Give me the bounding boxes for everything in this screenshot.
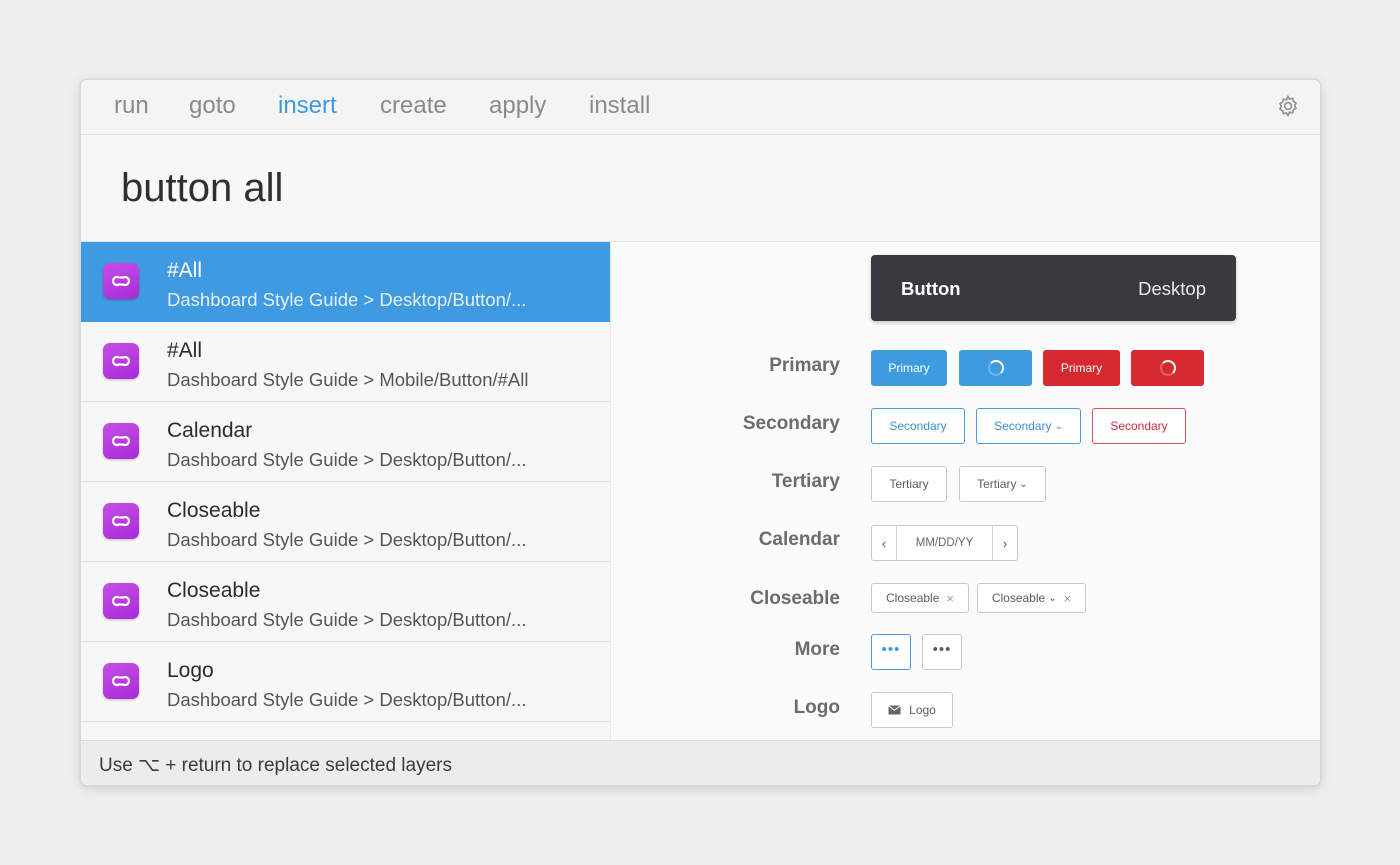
tab-install[interactable]: install	[589, 92, 650, 120]
sketch-runner-icon	[103, 343, 139, 379]
closeable-dropdown-label: Closeable	[991, 591, 1046, 605]
label-closeable: Closeable	[750, 588, 840, 609]
preview-platform: Desktop	[1138, 278, 1206, 299]
close-icon[interactable]: ×	[946, 591, 954, 606]
danger-button[interactable]: Primary	[1043, 350, 1120, 386]
sketch-runner-icon	[103, 503, 139, 539]
label-tertiary: Tertiary	[771, 471, 840, 492]
preview-title: Button	[901, 278, 961, 299]
list-item[interactable]: #All Dashboard Style Guide > Mobile/Butt…	[81, 322, 610, 402]
sketch-runner-icon	[103, 583, 139, 619]
label-secondary: Secondary	[742, 413, 840, 434]
result-title: #All	[167, 259, 203, 282]
search-input[interactable]	[121, 164, 1021, 212]
more-button[interactable]: •••	[922, 634, 962, 670]
mode-tabs: run goto insert create apply install	[81, 80, 1320, 135]
status-bar: Use ⌥ + return to replace selected layer…	[81, 740, 1320, 785]
label-more: More	[794, 639, 840, 660]
sketch-runner-icon	[103, 423, 139, 459]
tab-run[interactable]: run	[114, 92, 149, 120]
result-title: Closeable	[167, 499, 261, 522]
result-title: #All	[167, 339, 203, 362]
tertiary-dropdown-label: Tertiary	[977, 477, 1017, 491]
shortcut-hint: Use ⌥ + return to replace selected layer…	[99, 755, 452, 776]
secondary-dropdown-label: Secondary	[994, 419, 1052, 433]
secondary-button[interactable]: Secondary	[871, 408, 965, 444]
primary-button[interactable]: Primary	[871, 350, 947, 386]
list-item[interactable]: Closeable Dashboard Style Guide > Deskto…	[81, 482, 610, 562]
chevron-down-icon: ⌄	[1019, 478, 1028, 490]
more-button-active[interactable]: •••	[871, 634, 911, 670]
more-icon: •••	[932, 640, 952, 658]
results-list: #All Dashboard Style Guide > Desktop/But…	[81, 242, 610, 740]
label-calendar: Calendar	[758, 529, 840, 550]
close-icon[interactable]: ×	[1064, 591, 1072, 606]
calendar-picker: ‹ MM/DD/YY ›	[871, 525, 1018, 561]
preview-header: Button Desktop	[871, 255, 1236, 321]
date-field[interactable]: MM/DD/YY	[896, 526, 993, 560]
preview-panel: Button Desktop Primary Primary Primary S…	[610, 242, 1320, 740]
list-item[interactable]: Calendar Dashboard Style Guide > Desktop…	[81, 402, 610, 482]
spinner-icon	[1159, 360, 1176, 376]
chevron-right-icon[interactable]: ›	[993, 526, 1017, 560]
tertiary-button[interactable]: Tertiary	[871, 466, 947, 502]
sketch-runner-icon	[103, 263, 139, 299]
search-bar	[81, 136, 1320, 242]
list-item[interactable]: #All Dashboard Style Guide > Desktop/But…	[81, 242, 610, 322]
closeable-tag-label: Closeable	[886, 591, 940, 605]
danger-loading-button[interactable]	[1131, 350, 1204, 386]
result-path: Dashboard Style Guide > Desktop/Button/.…	[167, 609, 527, 630]
result-path: Dashboard Style Guide > Mobile/Button/#A…	[167, 369, 529, 390]
logo-button[interactable]: Logo	[871, 692, 953, 728]
runner-window: run goto insert create apply install #Al…	[80, 79, 1321, 786]
chevron-down-icon: ⌄	[1048, 592, 1057, 604]
more-icon: •••	[881, 640, 901, 658]
list-item[interactable]: Closeable Dashboard Style Guide > Deskto…	[81, 562, 610, 642]
result-path: Dashboard Style Guide > Desktop/Button/.…	[167, 449, 527, 470]
tab-apply[interactable]: apply	[489, 92, 546, 120]
result-title: Logo	[167, 659, 214, 682]
list-item[interactable]: Logo Dashboard Style Guide > Desktop/But…	[81, 642, 610, 722]
tertiary-dropdown-button[interactable]: Tertiary ⌄	[959, 466, 1046, 502]
chevron-left-icon[interactable]: ‹	[872, 526, 896, 560]
label-primary: Primary	[769, 355, 840, 376]
label-logo: Logo	[793, 697, 840, 718]
result-title: Closeable	[167, 579, 261, 602]
tab-create[interactable]: create	[380, 92, 447, 120]
tab-goto[interactable]: goto	[189, 92, 236, 120]
logo-button-label: Logo	[909, 703, 936, 717]
spinner-icon	[987, 360, 1004, 376]
result-path: Dashboard Style Guide > Desktop/Button/.…	[167, 529, 527, 550]
secondary-danger-button[interactable]: Secondary	[1092, 408, 1186, 444]
gear-icon[interactable]	[1276, 94, 1300, 118]
primary-loading-button[interactable]	[959, 350, 1032, 386]
closeable-dropdown-tag[interactable]: Closeable ⌄ ×	[977, 583, 1086, 613]
result-path: Dashboard Style Guide > Desktop/Button/.…	[167, 289, 527, 310]
secondary-dropdown-button[interactable]: Secondary ⌄	[976, 408, 1081, 444]
envelope-icon	[888, 705, 901, 715]
chevron-down-icon: ⌄	[1054, 420, 1063, 432]
tab-insert[interactable]: insert	[278, 92, 337, 120]
closeable-tag[interactable]: Closeable ×	[871, 583, 969, 613]
result-path: Dashboard Style Guide > Desktop/Button/.…	[167, 689, 527, 710]
sketch-runner-icon	[103, 663, 139, 699]
result-title: Calendar	[167, 419, 253, 442]
